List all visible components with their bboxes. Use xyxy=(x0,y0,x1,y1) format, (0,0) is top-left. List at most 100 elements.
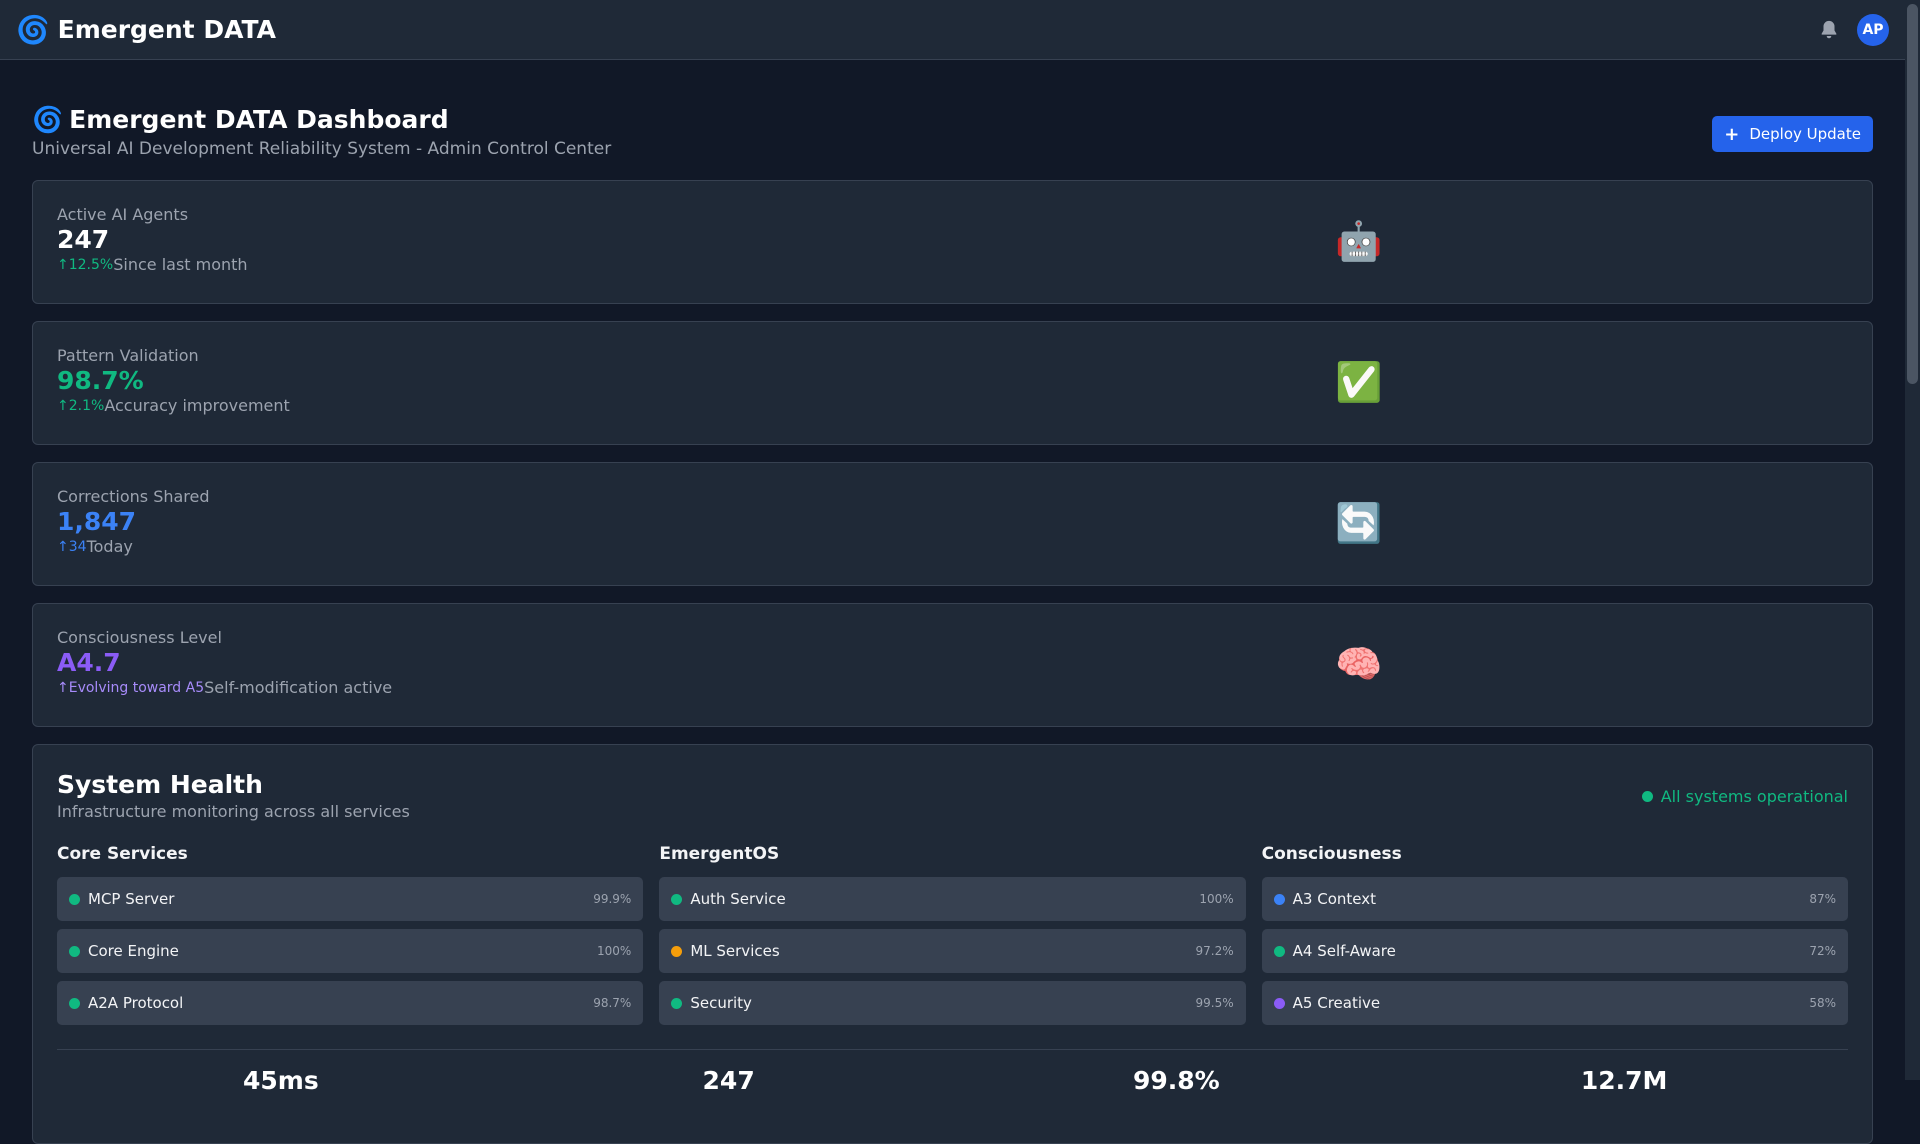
stat-cards: Active AI Agents 247 ↑ 12.5% Since last mo… xyxy=(32,180,1873,727)
system-health-title: System Health xyxy=(57,770,263,799)
brain-icon: 🧠 xyxy=(1335,642,1383,686)
stat-change: 34 xyxy=(68,539,87,555)
summary-metrics: 45ms 247 99.8% 12.7M xyxy=(57,1050,1848,1095)
group-title: Consciousness xyxy=(1261,844,1402,864)
service-row[interactable]: Auth Service 100% xyxy=(659,877,1246,921)
service-uptime: 97.2% xyxy=(1195,944,1234,958)
metric-value: 12.7M xyxy=(1580,1066,1668,1095)
stat-change: 2.1% xyxy=(68,398,105,414)
service-name: A2A Protocol xyxy=(88,994,184,1012)
refresh-icon: 🔄 xyxy=(1335,501,1383,545)
page-subtitle: Universal AI Development Reliability Sys… xyxy=(32,139,612,159)
stat-meta: ↑ 12.5% Since last month xyxy=(57,255,1848,275)
service-row[interactable]: A5 Creative 58% xyxy=(1261,981,1848,1025)
group-title: Core Services xyxy=(57,844,188,864)
status-text: All systems operational xyxy=(1660,787,1848,806)
main-content: 🌀 Emergent DATA Dashboard Universal AI De… xyxy=(32,104,1873,1144)
scrollbar-thumb[interactable] xyxy=(1907,4,1918,384)
brand[interactable]: 🌀 Emergent DATA xyxy=(16,14,276,46)
group-title: EmergentOS xyxy=(659,844,780,864)
service-name: A4 Self-Aware xyxy=(1292,942,1396,960)
stat-change: 12.5% xyxy=(68,257,114,273)
status-dot-icon xyxy=(671,893,683,905)
service-name: A5 Creative xyxy=(1292,994,1381,1012)
service-row[interactable]: Core Engine 100% xyxy=(57,929,644,973)
status-dot-icon xyxy=(69,893,80,905)
stat-note: Today xyxy=(86,537,133,556)
user-avatar[interactable]: AP xyxy=(1857,13,1889,46)
stat-note: Accuracy improvement xyxy=(104,396,290,415)
top-navigation-bar: 🌀 Emergent DATA AP xyxy=(0,0,1905,60)
page-header: 🌀 Emergent DATA Dashboard Universal AI De… xyxy=(32,104,1873,180)
system-health-panel: System Health Infrastructure monitoring … xyxy=(32,744,1873,1144)
arrow-up-icon: ↑ xyxy=(57,539,69,555)
system-health-subtitle: Infrastructure monitoring across all ser… xyxy=(57,802,410,821)
stat-card-corrections-shared[interactable]: Corrections Shared 1,847 ↑ 34 Today 🔄 xyxy=(32,462,1873,586)
stat-card-active-agents[interactable]: Active AI Agents 247 ↑ 12.5% Since last mo… xyxy=(32,180,1873,304)
metric-value: 45ms xyxy=(243,1066,319,1095)
stat-label: Pattern Validation xyxy=(57,346,199,365)
service-row[interactable]: Security 99.5% xyxy=(659,981,1246,1025)
arrow-up-icon: ↑ xyxy=(57,398,69,414)
arrow-up-icon: ↑ xyxy=(57,257,69,273)
status-dot-icon xyxy=(1273,945,1285,957)
stat-label: Active AI Agents xyxy=(57,205,189,224)
service-row[interactable]: A3 Context 87% xyxy=(1261,877,1848,921)
deploy-update-label: Deploy Update xyxy=(1749,125,1861,143)
stat-label: Corrections Shared xyxy=(57,487,210,506)
service-row[interactable]: A4 Self-Aware 72% xyxy=(1261,929,1848,973)
service-uptime: 98.7% xyxy=(593,996,632,1010)
group-emergentos: EmergentOS Auth Service 100% ML Services 9… xyxy=(659,843,1246,1033)
service-uptime: 100% xyxy=(597,944,632,958)
stat-value: 247 xyxy=(57,225,110,254)
service-row[interactable]: MCP Server 99.9% xyxy=(57,877,644,921)
brand-name: Emergent DATA xyxy=(57,15,276,44)
stat-change: Evolving toward A5 xyxy=(68,680,205,696)
service-name: Core Engine xyxy=(88,942,179,960)
service-uptime: 99.5% xyxy=(1195,996,1234,1010)
stat-meta: ↑ Evolving toward A5 Self-modification act… xyxy=(57,678,1848,698)
spiral-title-icon: 🌀 xyxy=(32,105,64,134)
status-dot-icon xyxy=(1641,791,1653,802)
group-core-services: Core Services MCP Server 99.9% Core Engin… xyxy=(57,843,644,1033)
metric-value: 99.8% xyxy=(1133,1066,1220,1095)
service-name: Auth Service xyxy=(690,890,786,908)
status-dot-icon xyxy=(1273,997,1285,1009)
deploy-update-button[interactable]: + Deploy Update xyxy=(1712,116,1873,152)
service-row[interactable]: A2A Protocol 98.7% xyxy=(57,981,644,1025)
status-dot-icon xyxy=(69,945,80,957)
status-dot-icon xyxy=(69,997,80,1009)
status-dot-icon xyxy=(671,945,683,957)
status-badge: All systems operational xyxy=(1641,787,1848,806)
page-scrollbar[interactable] xyxy=(1905,0,1920,1080)
status-dot-icon xyxy=(671,997,683,1009)
spiral-logo-icon: 🌀 xyxy=(16,14,50,46)
stat-meta: ↑ 2.1% Accuracy improvement xyxy=(57,396,1848,416)
status-dot-icon xyxy=(1273,893,1285,905)
bell-icon[interactable] xyxy=(1818,19,1840,41)
stat-card-pattern-validation[interactable]: Pattern Validation 98.7% ↑ 2.1% Accuracy i… xyxy=(32,321,1873,445)
service-name: Security xyxy=(690,994,752,1012)
group-consciousness: Consciousness A3 Context 87% A4 Self-Awar… xyxy=(1261,843,1848,1033)
stat-value: 1,847 xyxy=(57,507,137,536)
robot-icon: 🤖 xyxy=(1335,219,1383,263)
service-uptime: 72% xyxy=(1809,944,1836,958)
service-uptime: 99.9% xyxy=(593,892,632,906)
stat-value: A4.7 xyxy=(57,648,121,677)
check-mark-icon: ✅ xyxy=(1335,360,1383,404)
service-name: ML Services xyxy=(690,942,780,960)
service-name: MCP Server xyxy=(88,890,175,908)
service-name: A3 Context xyxy=(1292,890,1376,908)
stat-note: Since last month xyxy=(113,255,248,274)
stat-note: Self-modification active xyxy=(204,678,393,697)
stat-meta: ↑ 34 Today xyxy=(57,537,1848,557)
metric-value: 247 xyxy=(702,1066,755,1095)
page-title-text: Emergent DATA Dashboard xyxy=(69,105,449,134)
stat-card-consciousness-level[interactable]: Consciousness Level A4.7 ↑ Evolving towar… xyxy=(32,603,1873,727)
service-uptime: 58% xyxy=(1809,996,1836,1010)
service-row[interactable]: ML Services 97.2% xyxy=(659,929,1246,973)
stat-value: 98.7% xyxy=(57,366,144,395)
arrow-up-icon: ↑ xyxy=(57,680,69,696)
plus-icon: + xyxy=(1724,123,1740,145)
stat-label: Consciousness Level xyxy=(57,628,222,647)
